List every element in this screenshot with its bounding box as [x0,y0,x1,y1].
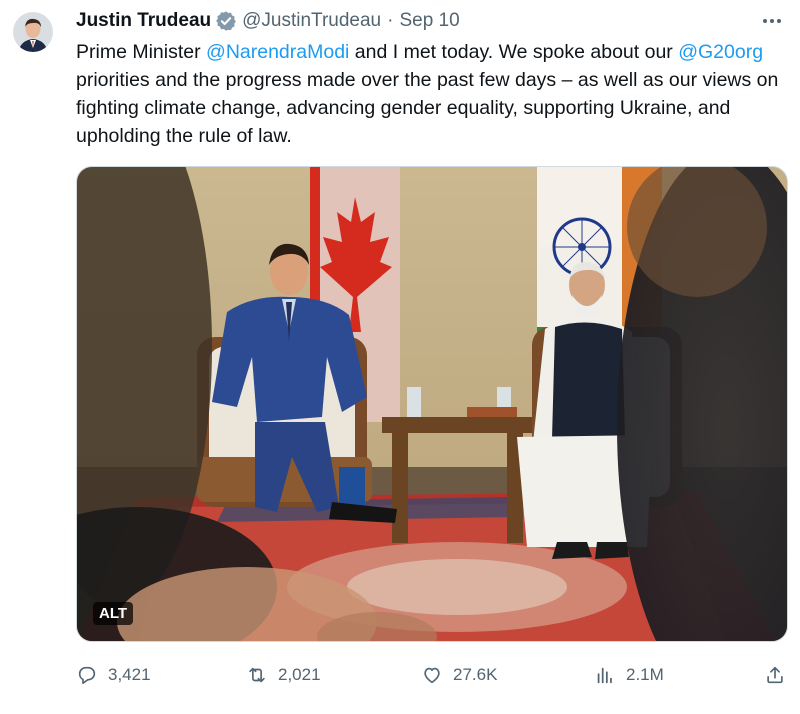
mention-g20org[interactable]: @G20org [678,41,763,63]
share-icon [767,666,783,684]
reply-icon [78,666,96,684]
retweet-button[interactable]: 2,021 [246,658,321,692]
like-button[interactable]: 27.6K [421,658,497,692]
views-button[interactable]: 2.1M [594,658,664,692]
text-part: Prime Minister [76,41,207,63]
reply-button[interactable]: 3,421 [76,658,151,692]
like-icon [424,667,440,684]
views-count: 2.1M [626,665,664,684]
tweet-date[interactable]: Sep 10 [399,10,459,32]
reply-count: 3,421 [108,665,151,684]
verified-badge-icon [215,10,237,32]
text-part: priorities and the progress made over th… [76,69,779,147]
tweet-photo[interactable]: ALT [76,166,788,642]
author-handle[interactable]: @JustinTrudeau [242,10,381,32]
tweet-header: Justin Trudeau @JustinTrudeau · Sep 10 [76,9,460,33]
text-part: and I met today. We spoke about our [349,41,679,63]
retweet-count: 2,021 [278,665,321,684]
separator-dot: · [387,10,394,31]
tweet-text: Prime Minister @NarendraModi and I met t… [76,38,786,150]
avatar[interactable] [13,12,53,52]
more-icon[interactable] [756,7,788,35]
like-count: 27.6K [453,665,498,684]
share-button[interactable] [764,658,796,692]
author-name[interactable]: Justin Trudeau [76,10,211,32]
action-bar: 3,421 2,021 27.6K 2.1M [76,658,792,692]
mention-narendramodi[interactable]: @NarendraModi [206,41,349,63]
retweet-icon [249,667,265,683]
alt-text-badge[interactable]: ALT [93,602,134,625]
views-icon [597,667,612,684]
